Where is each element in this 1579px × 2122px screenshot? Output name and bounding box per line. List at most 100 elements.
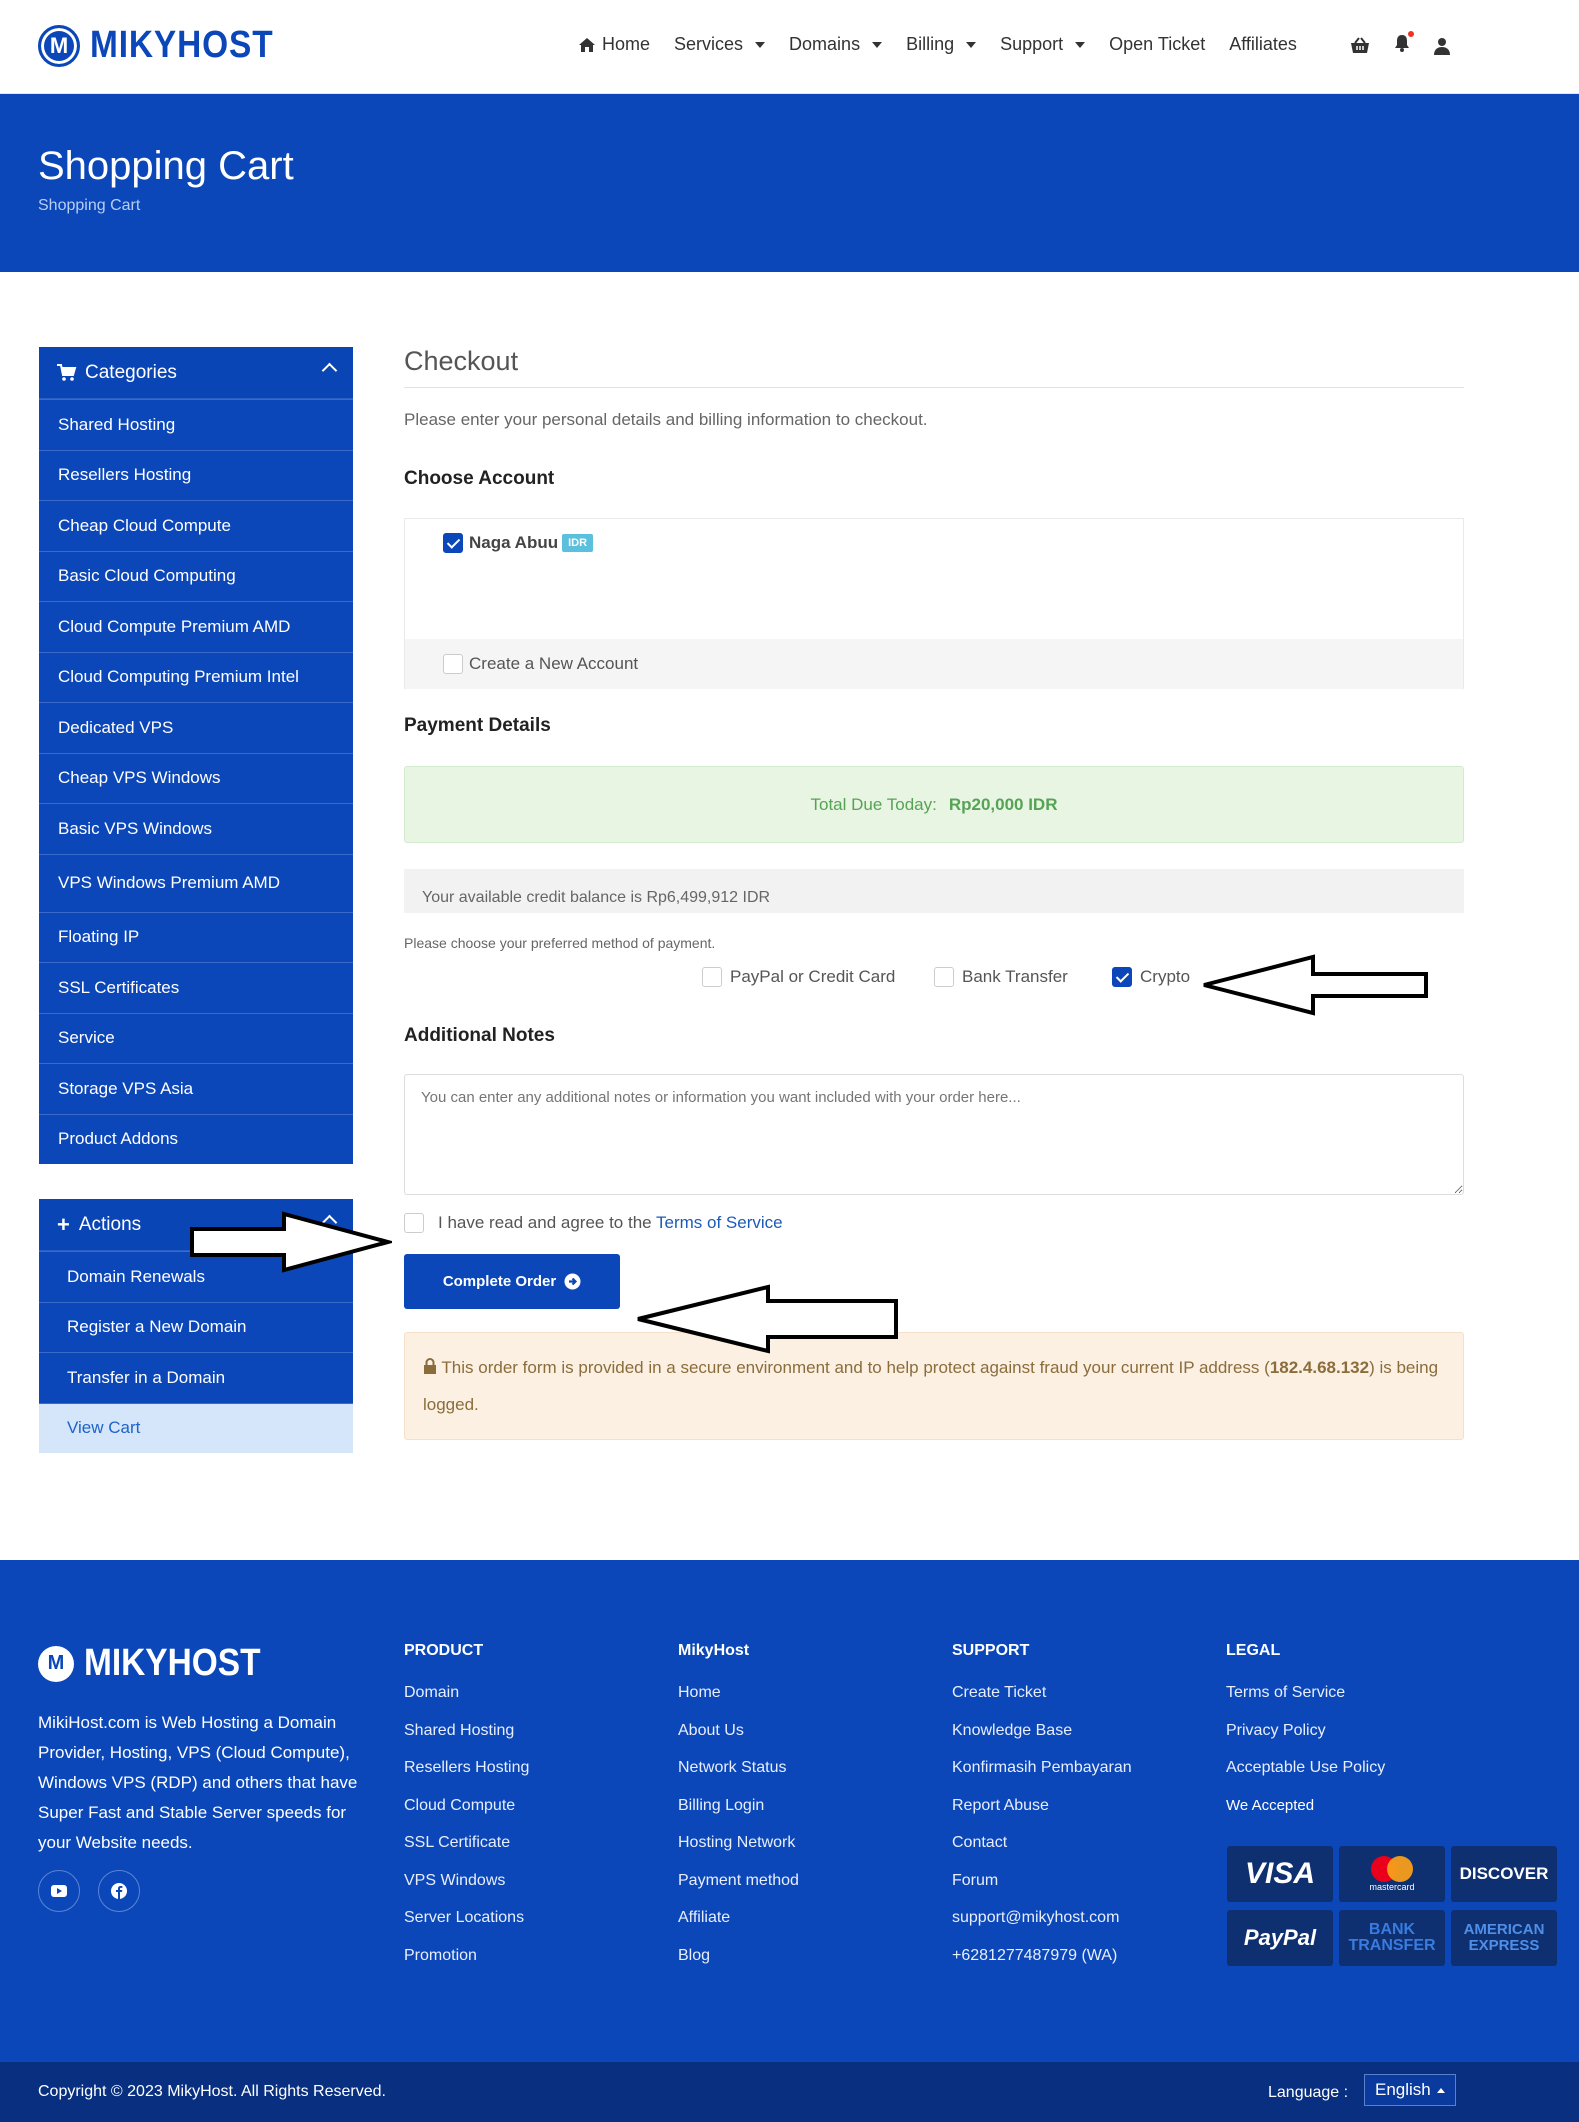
nav-billing[interactable]: Billing (906, 34, 977, 55)
logo-icon: M (38, 24, 80, 67)
method-crypto[interactable]: Crypto (1112, 967, 1190, 987)
nav-services[interactable]: Services (674, 34, 766, 55)
bank-transfer-checkbox[interactable] (934, 967, 954, 987)
category-item[interactable]: Resellers Hosting (39, 449, 353, 500)
footer-link[interactable]: Terms of Service (1226, 1684, 1385, 1702)
category-item[interactable]: VPS Windows Premium AMD (39, 853, 353, 912)
payment-details-heading: Payment Details (404, 715, 551, 736)
footer-link[interactable]: Promotion (404, 1947, 529, 1965)
footer-link[interactable]: Acceptable Use Policy (1226, 1759, 1385, 1777)
account-name: Naga Abuu (469, 533, 559, 552)
youtube-icon[interactable] (38, 1870, 80, 1912)
category-item[interactable]: Cloud Compute Premium AMD (39, 601, 353, 652)
footer-link[interactable]: support@mikyhost.com (952, 1909, 1132, 1927)
mastercard-label: mastercard (1369, 1882, 1415, 1892)
new-account-checkbox[interactable] (443, 654, 463, 674)
category-item[interactable]: SSL Certificates (39, 962, 353, 1013)
category-item[interactable]: Dedicated VPS (39, 702, 353, 753)
category-item[interactable]: Cheap VPS Windows (39, 752, 353, 803)
action-register-domain[interactable]: Register a New Domain (39, 1301, 353, 1352)
we-accepted-label: We Accepted (1226, 1796, 1315, 1814)
category-item[interactable]: Basic VPS Windows (39, 803, 353, 854)
footer-link[interactable]: Knowledge Base (952, 1722, 1132, 1740)
footer-col-title: PRODUCT (404, 1642, 484, 1659)
footer-link[interactable]: Network Status (678, 1759, 799, 1777)
category-item[interactable]: Cheap Cloud Compute (39, 500, 353, 551)
category-list: Shared Hosting Resellers Hosting Cheap C… (39, 399, 353, 1164)
footer-link[interactable]: Resellers Hosting (404, 1759, 529, 1777)
method-bank-transfer[interactable]: Bank Transfer (934, 967, 1068, 987)
category-item[interactable]: Cloud Computing Premium Intel (39, 651, 353, 702)
existing-account-option[interactable]: Naga Abuu IDR (443, 533, 594, 553)
breadcrumb[interactable]: Shopping Cart (38, 197, 140, 215)
total-due-value: Rp20,000 IDR (948, 794, 1058, 814)
action-view-cart[interactable]: View Cart (39, 1402, 353, 1453)
footer-link[interactable]: VPS Windows (404, 1872, 529, 1890)
category-item[interactable]: Storage VPS Asia (39, 1063, 353, 1114)
categories-header[interactable]: Categories (39, 347, 353, 399)
footer-link[interactable]: Contact (952, 1834, 1132, 1852)
footer-link[interactable]: Domain (404, 1684, 529, 1702)
action-transfer-domain[interactable]: Transfer in a Domain (39, 1352, 353, 1403)
new-account-option[interactable]: Create a New Account (405, 639, 1463, 689)
notification-dot (1408, 31, 1414, 37)
crypto-checkbox[interactable] (1112, 967, 1132, 987)
footer-link[interactable]: Hosting Network (678, 1834, 799, 1852)
annotation-arrow-complete (637, 1284, 898, 1354)
nav-home[interactable]: Home (578, 34, 650, 55)
facebook-icon[interactable] (98, 1870, 140, 1912)
basket-icon[interactable] (1350, 36, 1370, 55)
language-select[interactable]: English (1364, 2074, 1456, 2106)
footer-link[interactable]: SSL Certificate (404, 1834, 529, 1852)
category-item[interactable]: Floating IP (39, 911, 353, 962)
footer-col-title: SUPPORT (952, 1642, 1030, 1659)
notifications-button[interactable] (1394, 31, 1414, 57)
ip-address: 182.4.68.132 (1269, 1358, 1370, 1377)
tos-prefix: I have read and agree to the (438, 1213, 652, 1232)
paypal-checkbox[interactable] (702, 967, 722, 987)
footer-link[interactable]: Blog (678, 1947, 799, 1965)
footer-col-legal: LEGAL Terms of Service Privacy Policy Ac… (1226, 1642, 1385, 1833)
chevron-up-icon[interactable] (321, 362, 338, 379)
nav-support[interactable]: Support (1000, 34, 1086, 55)
user-icon[interactable] (1434, 37, 1450, 55)
method-paypal[interactable]: PayPal or Credit Card (702, 967, 895, 987)
notes-textarea[interactable] (404, 1074, 1464, 1195)
tos-row: I have read and agree to the Terms of Se… (404, 1213, 1464, 1233)
nav-affiliates[interactable]: Affiliates (1229, 34, 1297, 55)
footer-link[interactable]: Server Locations (404, 1909, 529, 1927)
main-nav: Home Services Domains Billing Support Op… (578, 34, 1321, 55)
footer-logo[interactable]: M MIKYHOST (38, 1642, 285, 1685)
tos-checkbox[interactable] (404, 1213, 424, 1233)
brand-logo[interactable]: M MIKYHOST (38, 24, 299, 67)
bank-transfer-logo: BANK TRANSFER (1339, 1910, 1445, 1966)
payment-prompt: Please choose your preferred method of p… (404, 935, 716, 951)
footer-link[interactable]: Cloud Compute (404, 1797, 529, 1815)
category-item[interactable]: Service (39, 1012, 353, 1063)
footer-link[interactable]: Report Abuse (952, 1797, 1132, 1815)
footer-link[interactable]: Create Ticket (952, 1684, 1132, 1702)
credit-balance-text: Your available credit balance is Rp6,499… (422, 889, 771, 906)
choose-account-heading: Choose Account (404, 468, 555, 489)
nav-domains[interactable]: Domains (789, 34, 883, 55)
footer-link[interactable]: Konfirmasih Pembayaran (952, 1759, 1132, 1777)
account-checkbox[interactable] (443, 533, 463, 553)
category-item[interactable]: Shared Hosting (39, 399, 353, 450)
tos-link[interactable]: Terms of Service (656, 1213, 783, 1232)
footer-link[interactable]: Affiliate (678, 1909, 799, 1927)
footer-link[interactable]: +6281277487979 (WA) (952, 1947, 1132, 1965)
footer-link[interactable]: Privacy Policy (1226, 1722, 1385, 1740)
footer-link[interactable]: Billing Login (678, 1797, 799, 1815)
footer-link[interactable]: About Us (678, 1722, 799, 1740)
lock-icon (424, 1358, 436, 1374)
footer-link[interactable]: Shared Hosting (404, 1722, 529, 1740)
discover-logo: DISCOVER (1451, 1846, 1557, 1902)
site-footer: M MIKYHOST MikiHost.com is Web Hosting a… (0, 1560, 1579, 2062)
nav-open-ticket[interactable]: Open Ticket (1109, 34, 1205, 55)
complete-order-button[interactable]: Complete Order (404, 1254, 620, 1309)
footer-link[interactable]: Payment method (678, 1872, 799, 1890)
footer-link[interactable]: Forum (952, 1872, 1132, 1890)
category-item[interactable]: Basic Cloud Computing (39, 550, 353, 601)
footer-link[interactable]: Home (678, 1684, 799, 1702)
category-item[interactable]: Product Addons (39, 1113, 353, 1164)
